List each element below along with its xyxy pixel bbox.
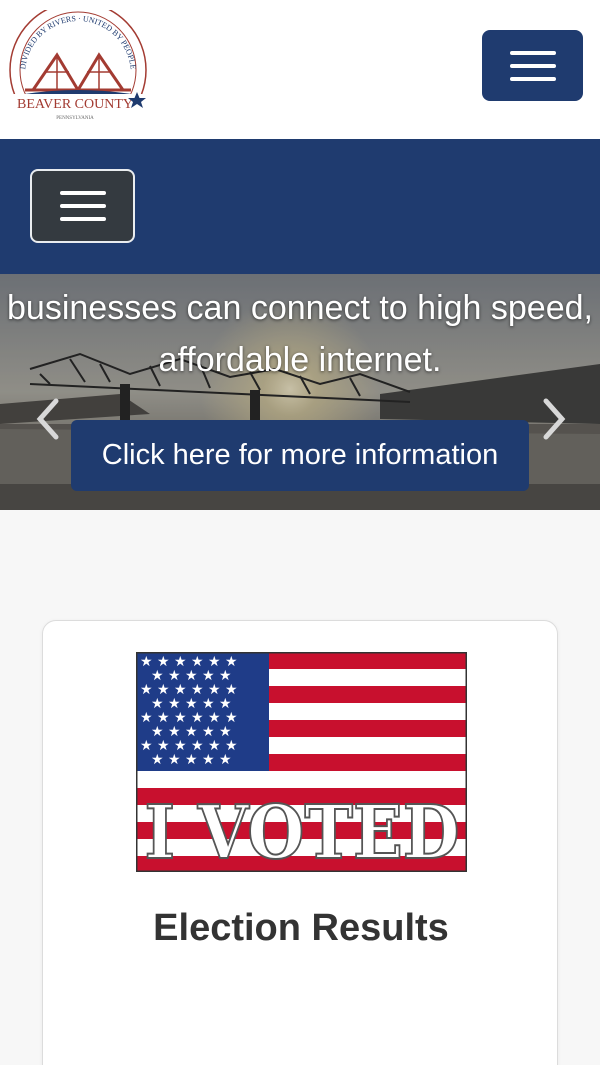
nav-bar	[0, 139, 600, 274]
hero-caption-line: businesses can connect to high speed,	[7, 289, 593, 327]
hero-caption: businesses can connect to high speed, af…	[0, 282, 600, 386]
card-title[interactable]: Election Results	[43, 907, 559, 950]
county-logo[interactable]: DIVIDED BY RIVERS · UNITED BY PEOPLE BEA…	[5, 10, 151, 124]
hamburger-bar	[59, 217, 106, 221]
svg-text:★ ★ ★ ★ ★: ★ ★ ★ ★ ★	[151, 752, 232, 768]
hamburger-bar	[59, 204, 106, 208]
hamburger-menu-icon	[509, 50, 556, 55]
chevron-left-icon	[36, 398, 59, 440]
carousel-next-button[interactable]	[535, 394, 575, 444]
hamburger-bar	[509, 76, 556, 81]
menu-toggle-button[interactable]	[482, 30, 583, 101]
hamburger-bar	[509, 63, 556, 68]
logo-name: BEAVER COUNTY	[17, 97, 133, 112]
logo-arc-text: DIVIDED BY RIVERS · UNITED BY PEOPLE	[18, 14, 138, 70]
site-header: DIVIDED BY RIVERS · UNITED BY PEOPLE BEA…	[0, 0, 600, 139]
hero-carousel: businesses can connect to high speed, af…	[0, 274, 600, 510]
carousel-prev-button[interactable]	[27, 394, 67, 444]
election-results-card[interactable]: ★ ★ ★ ★ ★ ★ ★ ★ ★ ★ ★ ★ ★ ★ ★ ★ ★ ★ ★ ★ …	[42, 620, 558, 1065]
hero-caption-line: affordable internet.	[158, 341, 442, 379]
i-voted-flag-image: ★ ★ ★ ★ ★ ★ ★ ★ ★ ★ ★ ★ ★ ★ ★ ★ ★ ★ ★ ★ …	[136, 652, 467, 872]
hamburger-menu-icon	[59, 191, 106, 195]
i-voted-text: I VOTED	[145, 790, 460, 872]
more-information-button[interactable]: Click here for more information	[71, 420, 529, 491]
nav-toggle-button[interactable]	[30, 169, 135, 243]
logo-state: PENNSYLVANIA	[56, 116, 94, 121]
chevron-right-icon	[543, 398, 566, 440]
